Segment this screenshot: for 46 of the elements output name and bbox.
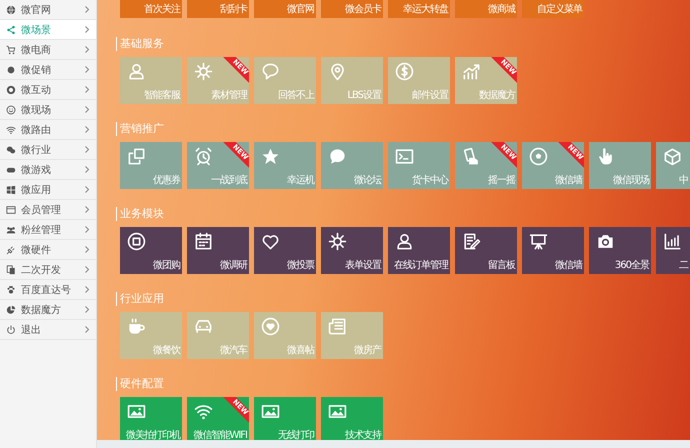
menu-tile[interactable]: 微商城 [455, 0, 517, 18]
menu-tile[interactable]: 360全景 [589, 227, 651, 274]
menu-tile[interactable]: 留言板 [455, 227, 517, 274]
sidebar-item[interactable]: 退出 [0, 320, 96, 340]
sidebar-item[interactable]: 百度直达号 [0, 280, 96, 300]
menu-tile[interactable]: 微官网 [254, 0, 316, 18]
menu-tile[interactable]: 刮刮卡 [187, 0, 249, 18]
menu-tile[interactable]: 微团购 [120, 227, 182, 274]
menu-tile[interactable]: 自定义菜单 [522, 0, 584, 18]
menu-tile[interactable]: 中 [656, 142, 690, 189]
sidebar-item[interactable]: 微行业 [0, 140, 96, 160]
sidebar-item[interactable]: 微现场 [0, 100, 96, 120]
menu-tile[interactable]: 幸运机 [254, 142, 316, 189]
menu-tile[interactable]: 表单设置 [321, 227, 383, 274]
section-title: 硬件配置 [116, 377, 164, 391]
sidebar-item[interactable]: 数据魔方 [0, 300, 96, 320]
menu-tile[interactable]: 微投票 [254, 227, 316, 274]
menu-tile[interactable]: 技术支持 [321, 397, 383, 440]
sidebar-item[interactable]: 微促销 [0, 60, 96, 80]
section-title: 营销推广 [116, 122, 164, 136]
menu-tile[interactable]: 微信墙 [522, 227, 584, 274]
menu-tile[interactable]: 优惠券 [120, 142, 182, 189]
sidebar-item[interactable]: 微场景 [0, 20, 96, 40]
sidebar-item[interactable]: 微路由 [0, 120, 96, 140]
menu-tile[interactable]: 无线打印 [254, 397, 316, 440]
menu-tile[interactable]: 货卡中心 [388, 142, 450, 189]
menu-tile[interactable]: 幸运大转盘 [388, 0, 450, 18]
section-title: 行业应用 [116, 292, 164, 306]
sidebar-item[interactable]: 微电商 [0, 40, 96, 60]
sidebar-item[interactable]: 会员管理 [0, 200, 96, 220]
sidebar-item[interactable]: 微硬件 [0, 240, 96, 260]
section-title: 基础服务 [116, 37, 164, 51]
menu-tile[interactable]: 首次关注 [120, 0, 182, 18]
menu-tile[interactable]: 微调研 [187, 227, 249, 274]
sidebar-item[interactable]: 微互动 [0, 80, 96, 100]
sidebar-item[interactable]: 微游戏 [0, 160, 96, 180]
sidebar-item[interactable]: 微应用 [0, 180, 96, 200]
sidebar-item[interactable]: 二次开发 [0, 260, 96, 280]
menu-tile[interactable]: 微信现场 [589, 142, 651, 189]
section-title: 业务模块 [116, 207, 164, 221]
menu-tile[interactable]: 二 [656, 227, 690, 274]
menu-tile[interactable]: 微会员卡 [321, 0, 383, 18]
menu-tile[interactable]: 微论坛 [321, 142, 383, 189]
menu-tile[interactable]: 微美拍打印机 [120, 397, 182, 440]
menu-tile[interactable]: 在线订单管理 [388, 227, 450, 274]
sidebar-item[interactable]: 粉丝管理 [0, 220, 96, 240]
